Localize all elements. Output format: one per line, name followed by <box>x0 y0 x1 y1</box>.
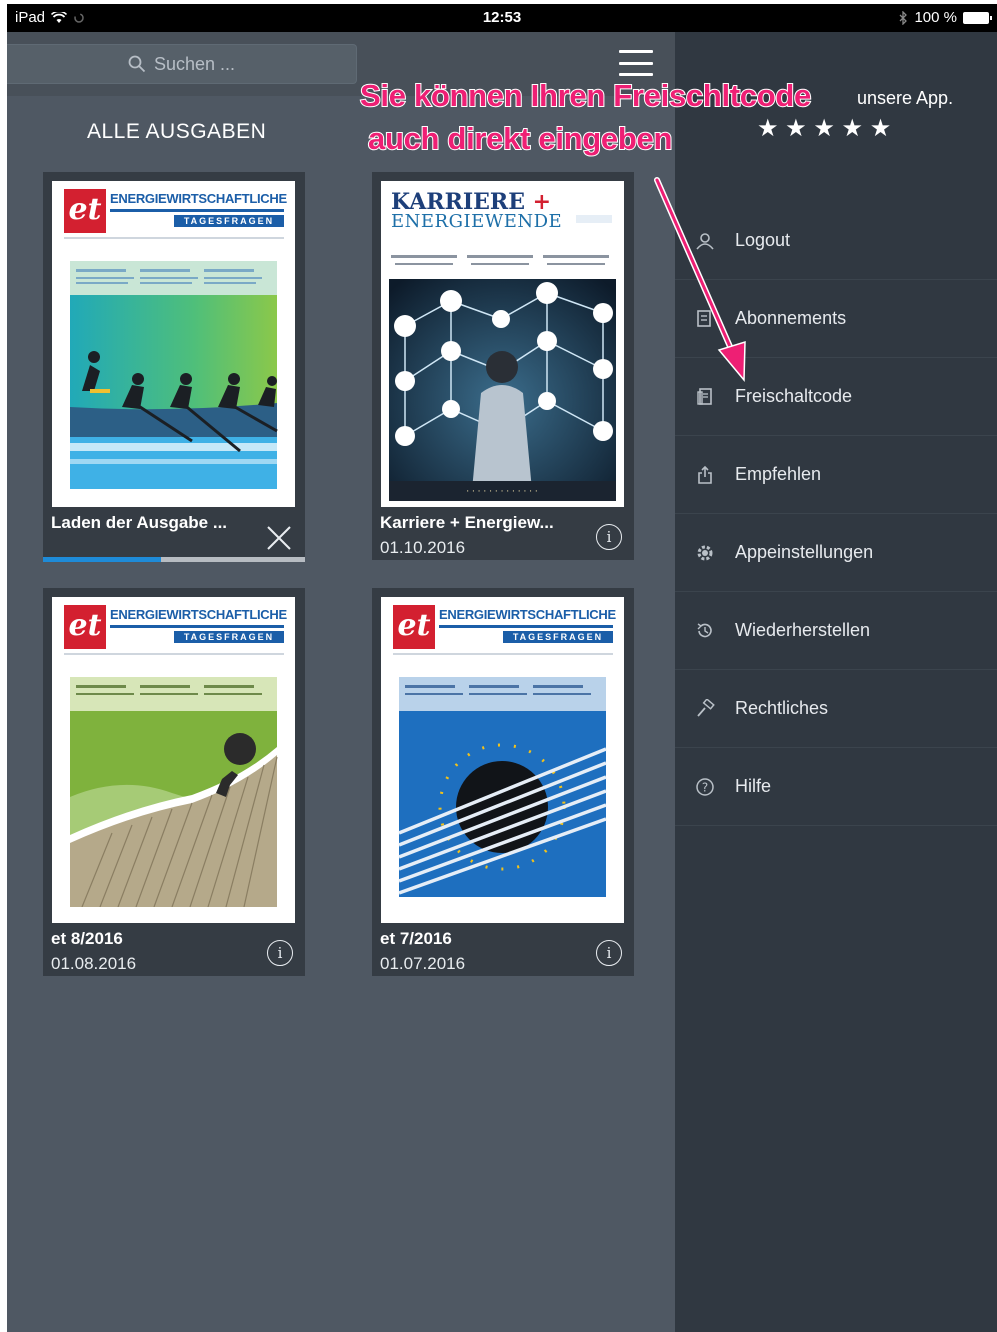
issue-title: Laden der Ausgabe ... <box>51 513 228 532</box>
cover-artwork <box>70 677 278 917</box>
menu-item-wiederherstellen[interactable]: Wiederherstellen <box>675 592 997 670</box>
menu-item-label: Abonnements <box>735 308 847 328</box>
rating-stars[interactable]: ★ ★ ★ ★ ★ <box>757 114 891 143</box>
menu-item-label: Appeinstellungen <box>735 542 874 562</box>
issue-card[interactable]: et ENERGIEWIRTSCHAFTLICHE TAGESFRAGEN <box>372 588 634 976</box>
issue-title: Karriere + Energiew... <box>380 513 554 532</box>
user-icon <box>675 231 735 251</box>
code-icon <box>675 387 735 407</box>
download-progress <box>43 557 305 562</box>
issue-date: 01.08.2016 <box>51 954 137 973</box>
issue-title: et 8/2016 <box>51 929 123 948</box>
menu-item-label: Empfehlen <box>735 464 822 484</box>
cover-artwork <box>398 677 607 917</box>
svg-text:?: ? <box>702 780 708 794</box>
menu-item-hilfe[interactable]: ? Hilfe <box>675 748 997 826</box>
annotation-line-2: auch direkt eingeben <box>367 120 673 157</box>
battery-percent: 100 % <box>914 9 957 26</box>
share-icon <box>675 465 735 485</box>
issue-date: 01.10.2016 <box>380 538 466 557</box>
clock: 12:53 <box>482 9 522 26</box>
battery-icon <box>963 11 992 24</box>
menu-button[interactable] <box>619 50 653 76</box>
annotation-line-1: Sie können Ihren Freischltcode <box>359 77 812 114</box>
status-bar: iPad 12:53 100 % <box>7 4 997 32</box>
issue-cover[interactable]: et ENERGIEWIRTSCHAFTLICHE TAGESFRAGEN <box>52 597 295 923</box>
menu-item-appeinstellungen[interactable]: Appeinstellungen <box>675 514 997 592</box>
issue-title: et 7/2016 <box>380 929 452 948</box>
menu-item-label: Rechtliches <box>735 698 829 718</box>
menu-item-empfehlen[interactable]: Empfehlen <box>675 436 997 514</box>
ipad-screen: iPad 12:53 100 % Suchen ... ALLE AUSGABE… <box>7 4 997 1332</box>
menu-item-label: Hilfe <box>735 776 772 796</box>
issue-card[interactable]: KARRIERE + ENERGIEWENDE · · · · · · · · … <box>372 172 634 560</box>
cover-artwork <box>70 261 278 501</box>
cancel-download-icon[interactable] <box>265 524 293 552</box>
info-icon[interactable]: i <box>267 940 293 966</box>
library-pane: Suchen ... ALLE AUSGABEN et ENERGIEWIRTS… <box>7 32 675 1332</box>
status-right: 100 % <box>899 9 992 26</box>
progress-fill <box>43 557 161 562</box>
search-input[interactable]: Suchen ... <box>7 44 357 84</box>
subscriptions-icon <box>675 309 735 329</box>
info-icon[interactable]: i <box>596 524 622 550</box>
issue-card[interactable]: et ENERGIEWIRTSCHAFTLICHE TAGESFRAGEN <box>43 172 305 562</box>
bluetooth-icon <box>899 10 908 25</box>
help-icon: ? <box>675 777 735 797</box>
menu-item-label: Wiederherstellen <box>735 620 871 640</box>
gear-icon <box>675 543 735 563</box>
issue-cover[interactable]: et ENERGIEWIRTSCHAFTLICHE TAGESFRAGEN <box>52 181 295 507</box>
restore-icon <box>675 621 735 641</box>
issue-cover[interactable]: KARRIERE + ENERGIEWENDE · · · · · · · · … <box>381 181 624 507</box>
menu-item-rechtliches[interactable]: Rechtliches <box>675 670 997 748</box>
issue-cover[interactable]: et ENERGIEWIRTSCHAFTLICHE TAGESFRAGEN <box>381 597 624 923</box>
menu-item-freischaltcode[interactable]: Freischaltcode <box>675 358 997 436</box>
search-placeholder: Suchen ... <box>153 53 236 74</box>
menu-item-logout[interactable]: Logout <box>675 202 997 280</box>
svg-text:· · · · · · · · · · · · ·: · · · · · · · · · · · · · <box>466 487 538 497</box>
hammer-icon <box>675 698 735 719</box>
info-icon[interactable]: i <box>596 940 622 966</box>
menu-item-abonnements[interactable]: Abonnements <box>675 280 997 358</box>
side-menu: unsere App. ★ ★ ★ ★ ★ Logout Abonnements… <box>675 32 997 1332</box>
issue-card[interactable]: et ENERGIEWIRTSCHAFTLICHE TAGESFRAGEN <box>43 588 305 976</box>
rate-app-text: unsere App. <box>857 88 954 108</box>
issue-date: 01.07.2016 <box>380 954 466 973</box>
page-title: ALLE AUSGABEN <box>87 120 267 143</box>
menu-item-label: Logout <box>735 230 791 250</box>
hamburger-icon <box>619 50 653 53</box>
search-icon <box>128 55 146 73</box>
cover-artwork: · · · · · · · · · · · · · <box>389 215 616 501</box>
menu-item-label: Freischaltcode <box>735 386 853 406</box>
